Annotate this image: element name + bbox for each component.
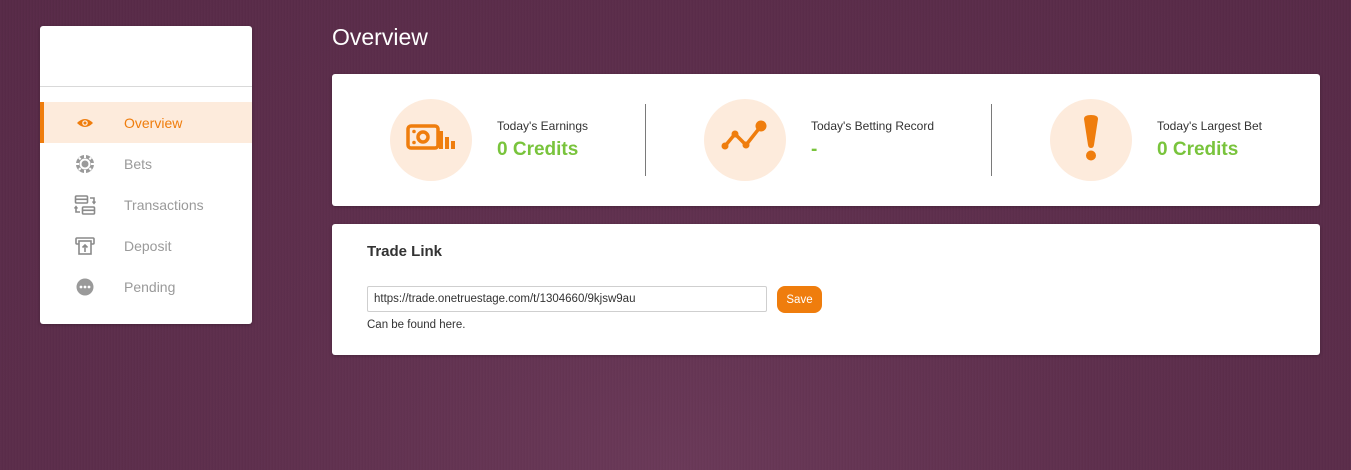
money-chart-icon xyxy=(406,123,456,158)
stat-icon-circle xyxy=(390,99,472,181)
sidebar-nav: Overview Bets Transactions Deposit Pendi… xyxy=(40,102,252,307)
stats-card: Today's Earnings 0 Credits Today's Betti… xyxy=(332,74,1320,206)
sidebar-item-label: Pending xyxy=(124,278,176,295)
stat-value: - xyxy=(811,139,818,160)
stat-icon-circle xyxy=(704,99,786,181)
trade-link-help: Can be found here. xyxy=(367,319,466,331)
stat-label: Today's Earnings xyxy=(497,119,589,133)
sidebar-item-overview[interactable]: Overview xyxy=(40,102,252,143)
exclamation-icon xyxy=(1081,114,1101,166)
sidebar-item-label: Overview xyxy=(124,114,183,131)
help-prefix: Can be found xyxy=(367,319,440,331)
stat-value: 0 Credits xyxy=(497,139,579,160)
trade-link-input[interactable] xyxy=(367,286,767,312)
poker-chip-icon xyxy=(74,153,96,175)
sidebar-item-label: Transactions xyxy=(124,196,204,213)
sidebar-item-pending[interactable]: Pending xyxy=(40,266,252,307)
sidebar: Overview Bets Transactions Deposit Pendi… xyxy=(40,26,252,324)
sidebar-item-label: Deposit xyxy=(124,237,172,254)
stat-icon-circle xyxy=(1050,99,1132,181)
help-suffix: . xyxy=(462,319,466,331)
stat-label: Today's Betting Record xyxy=(811,119,935,133)
more-dots-icon xyxy=(74,276,96,298)
trend-line-icon xyxy=(720,118,770,163)
stat-divider xyxy=(645,104,646,176)
trade-link-card: Trade Link Save Can be found here. xyxy=(332,224,1320,355)
stat-divider xyxy=(991,104,992,176)
sidebar-item-bets[interactable]: Bets xyxy=(40,143,252,184)
save-button[interactable]: Save xyxy=(777,286,822,313)
stat-value: 0 Credits xyxy=(1157,139,1239,160)
sidebar-logo-area xyxy=(40,26,252,87)
atm-deposit-icon xyxy=(74,235,96,257)
sidebar-item-label: Bets xyxy=(124,155,153,172)
page-title: Overview xyxy=(332,24,428,50)
transfer-icon xyxy=(74,194,96,216)
sidebar-item-transactions[interactable]: Transactions xyxy=(40,184,252,225)
sidebar-item-deposit[interactable]: Deposit xyxy=(40,225,252,266)
eye-icon xyxy=(74,112,96,134)
trade-link-title: Trade Link xyxy=(367,243,443,260)
stat-label: Today's Largest Bet xyxy=(1157,119,1263,133)
help-link[interactable]: here xyxy=(439,319,462,331)
